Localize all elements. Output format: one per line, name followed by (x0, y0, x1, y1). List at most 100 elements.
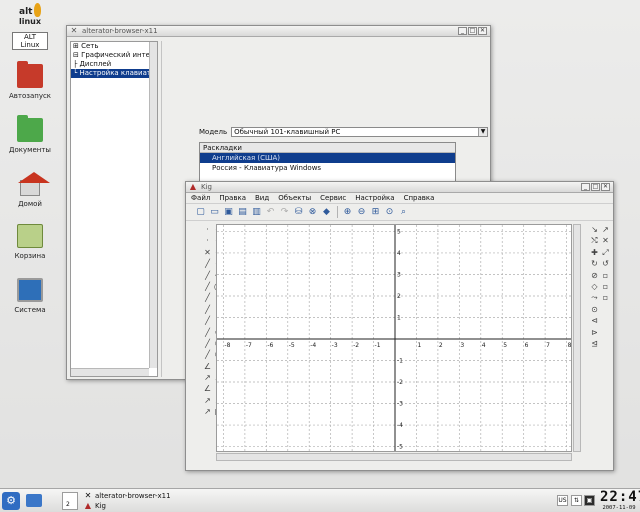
cancel-icon[interactable]: ⊗ (306, 206, 319, 219)
tree-horizontal-scrollbar[interactable] (71, 368, 149, 376)
vector-icon[interactable]: ╱ (202, 349, 213, 360)
kig-toolbar: ▢ ▭ ▣ ▤ ▥ ↶ ↷ ⛁ ⊗ ◆ ⊕ ⊖ ⊞ ⊙ ⌕ (186, 204, 613, 221)
print-icon[interactable]: ▥ (250, 206, 263, 219)
task-kig[interactable]: ▲ Kig (84, 501, 106, 511)
tree-item-network[interactable]: ⊞ Сеть (71, 42, 157, 51)
canvas-horizontal-scrollbar[interactable] (216, 453, 572, 461)
mirror-icon[interactable]: ⤭ (589, 235, 600, 246)
tree-item-keyboard[interactable]: └ Настройка клавиатуры (71, 69, 157, 78)
chevron-down-icon[interactable]: ▼ (478, 128, 488, 136)
vector-icon[interactable]: ↗ (202, 395, 213, 406)
test-icon[interactable]: ⊴ (589, 338, 600, 349)
desktop-icon-label: Система (14, 306, 46, 314)
desktop-icon-trash[interactable]: Корзина (6, 224, 54, 260)
square-icon[interactable]: ▫ (600, 270, 611, 281)
zoom-out-icon[interactable]: ⊖ (355, 206, 368, 219)
desktop-icon-home[interactable]: Домой (6, 172, 54, 208)
system-tray-icon[interactable]: ▣ (584, 495, 595, 506)
minimize-button[interactable]: _ (581, 183, 590, 191)
home-folder-icon[interactable] (26, 494, 42, 507)
transform-icon[interactable]: ↘ (589, 224, 600, 235)
square-icon[interactable]: ▫ (600, 281, 611, 292)
delete-icon[interactable]: ⛁ (292, 206, 305, 219)
close-button[interactable]: ✕ (478, 27, 487, 35)
minimize-button[interactable]: _ (458, 27, 467, 35)
square-icon[interactable]: ▫ (600, 292, 611, 303)
harmonic-icon[interactable]: ⊘ (589, 270, 600, 281)
angle-icon[interactable]: ∠ (202, 383, 213, 394)
line-icon[interactable]: ╱ (202, 315, 213, 326)
line-icon[interactable]: ╱ (202, 304, 213, 315)
model-select[interactable]: Обычный 101-клавишный PC ▼ (231, 127, 489, 137)
rotate-icon[interactable]: ↻ (589, 258, 600, 269)
test-icon[interactable]: ⊳ (589, 327, 600, 338)
redo-icon[interactable]: ↷ (278, 206, 291, 219)
undo-icon[interactable]: ↶ (264, 206, 277, 219)
zoom-full-icon[interactable]: ⊙ (383, 206, 396, 219)
tree-item-gui[interactable]: ⊟ Графический интерфейс (71, 51, 157, 60)
similarity-icon[interactable]: ⤳ (589, 292, 600, 303)
x-tick-label: 5 (503, 342, 507, 349)
menu-file[interactable]: Файл (191, 194, 210, 202)
menu-tools[interactable]: Сервис (320, 194, 346, 202)
keyboard-layout-indicator[interactable]: US (557, 495, 568, 506)
open-icon[interactable]: ▭ (208, 206, 221, 219)
menu-view[interactable]: Вид (255, 194, 269, 202)
pager-number: 2 (66, 501, 70, 508)
task-alterator[interactable]: ✕ alterator-browser-x11 (84, 491, 171, 501)
zoom-in-icon[interactable]: ⊕ (341, 206, 354, 219)
layout-item-russia[interactable]: Россия - Клавиатура Windows (200, 163, 455, 173)
vector-icon[interactable]: ↗ (202, 372, 213, 383)
zoom-area-icon[interactable]: ⌕ (397, 206, 410, 219)
line-icon[interactable]: ╱ (202, 281, 213, 292)
translate-icon[interactable]: ✚ (589, 247, 600, 258)
close-button[interactable]: ✕ (601, 183, 610, 191)
transform-icon[interactable]: ↗ (600, 224, 611, 235)
angle-icon[interactable]: ∠ (202, 361, 213, 372)
network-icon[interactable]: ⇅ (571, 495, 582, 506)
select-icon[interactable]: ◆ (320, 206, 333, 219)
k-menu-button[interactable]: ⚙ (2, 492, 20, 510)
desktop-icon-system[interactable]: Система (6, 278, 54, 314)
intersection-icon[interactable]: ✕ (202, 247, 213, 258)
task-label: Kig (95, 502, 106, 510)
tree-vertical-scrollbar[interactable] (149, 42, 157, 368)
layout-item-english[interactable]: Английская (США) (200, 153, 455, 163)
x-tick-label: -7 (246, 342, 252, 349)
maximize-button[interactable]: □ (468, 27, 477, 35)
menu-edit[interactable]: Правка (219, 194, 246, 202)
y-tick-label: 4 (397, 250, 401, 257)
ray-icon[interactable]: ╱ (202, 338, 213, 349)
test-icon[interactable]: ⊲ (589, 315, 600, 326)
menu-objects[interactable]: Объекты (278, 194, 311, 202)
line-icon[interactable]: ╱ (202, 292, 213, 303)
desktop-icon-documents[interactable]: Документы (6, 115, 54, 154)
segment-icon[interactable]: ╱ (202, 258, 213, 269)
line-icon[interactable]: ╱ (202, 327, 213, 338)
menu-help[interactable]: Справка (404, 194, 435, 202)
kig-titlebar[interactable]: ▲ Kig _ □ ✕ (186, 182, 613, 193)
canvas-vertical-scrollbar[interactable] (573, 224, 581, 452)
point-icon[interactable]: · (202, 235, 213, 246)
cross-icon[interactable]: ✕ (600, 235, 611, 246)
segment-icon[interactable]: ╱ (202, 270, 213, 281)
rotate-icon[interactable]: ↺ (600, 258, 611, 269)
alterator-titlebar[interactable]: ✕ alterator-browser-x11 _ □ ✕ (67, 26, 490, 37)
fit-icon[interactable]: ⊞ (369, 206, 382, 219)
new-icon[interactable]: ▢ (194, 206, 207, 219)
vector-icon[interactable]: ↗ (202, 406, 213, 417)
projective-icon[interactable]: ◇ (589, 281, 600, 292)
inversion-icon[interactable]: ⊙ (589, 304, 600, 315)
clock[interactable]: 22:47 2007-11-09 (600, 490, 640, 512)
desktop-icon-autostart[interactable]: Автозапуск (6, 61, 54, 100)
scale-icon[interactable]: ⤢ (600, 247, 611, 258)
tree-item-display[interactable]: ├ Дисплей (71, 60, 157, 69)
save-as-icon[interactable]: ▤ (236, 206, 249, 219)
alterator-title: alterator-browser-x11 (82, 27, 158, 35)
desktop-pager[interactable]: 2 (62, 492, 78, 510)
point-icon[interactable]: · (202, 224, 213, 235)
save-icon[interactable]: ▣ (222, 206, 235, 219)
maximize-button[interactable]: □ (591, 183, 600, 191)
menu-settings[interactable]: Настройка (355, 194, 394, 202)
kig-canvas[interactable]: -8 -7 -6 -5 -4 -3 -2 -1 1 2 3 4 5 6 7 8 5 4 3 2 1 -1 -2 -3 -4 -5 (216, 224, 572, 452)
